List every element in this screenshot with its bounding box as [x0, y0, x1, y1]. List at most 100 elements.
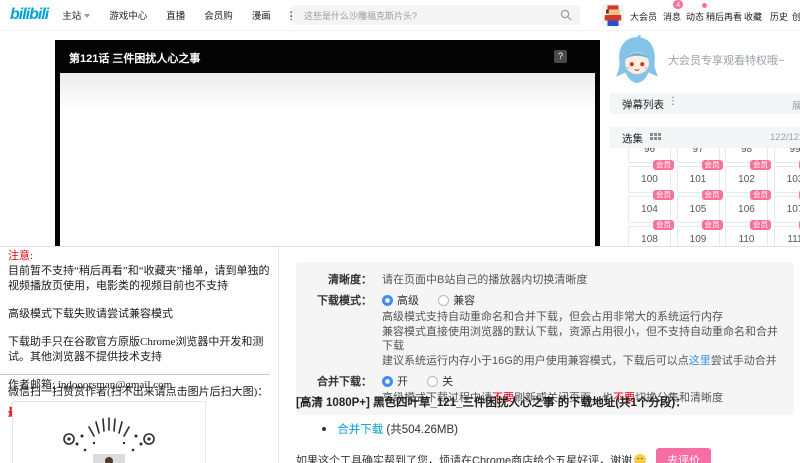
episode-number: 97 — [692, 148, 704, 155]
episodes-count: 122/122 — [770, 132, 800, 143]
episode-card[interactable]: 会员 108 — [628, 220, 674, 247]
quality-label: 清晰度： — [328, 274, 372, 286]
vip-badge: 会员 — [653, 220, 674, 230]
merge-option-on[interactable]: 开 — [382, 376, 408, 388]
rate-button[interactable]: 去评价 — [656, 448, 712, 463]
vip-badge: 会员 — [653, 190, 674, 200]
episode-number: 110 — [738, 234, 755, 245]
download-links-section: [高清 1080P+] 黑色四叶草_121_三件困扰人心之事 的下载地址(共1个… — [296, 394, 796, 463]
episode-card[interactable]: 会员 100 — [628, 160, 674, 193]
episode-number: 103 — [786, 174, 800, 185]
mascot-avatar — [614, 35, 660, 90]
radio-selected-icon[interactable] — [382, 295, 393, 306]
episode-card[interactable]: 会员 101 — [676, 160, 723, 193]
chevron-down-icon — [84, 14, 91, 18]
danmaku-list-title: 弹幕列表 — [622, 99, 664, 111]
nav-item-messages[interactable]: 消息 — [663, 10, 681, 23]
danmaku-expand-label[interactable]: 展开 — [792, 98, 800, 112]
rating-line: 如果这个工具确实帮到了您，烦请在Chrome商店给个五星好评，谢谢 去评价 — [296, 448, 796, 463]
note-paragraph-3: 下载助手只在谷歌官方原版Chrome浏览器中开发和测试。其他浏览器不提供技术支持 — [8, 336, 264, 363]
qr-decoration — [63, 417, 155, 463]
nav-item-vip[interactable]: 大会员 — [630, 10, 657, 23]
episode-number: 111 — [787, 234, 800, 245]
episode-card[interactable]: 会员 104 — [628, 190, 674, 223]
attention-label: 注意: — [8, 250, 34, 262]
manual-merge-link[interactable]: 这里 — [689, 355, 711, 367]
mode-desc-1: 高级模式支持自动重命名和合并下载，但会占用非常大的系统运行内存 — [382, 311, 723, 323]
grid-view-icon[interactable] — [650, 133, 661, 142]
episode-number: 104 — [641, 204, 658, 215]
episode-number: 101 — [689, 174, 707, 185]
wechat-reward-qr[interactable] — [12, 401, 206, 463]
user-avatar[interactable] — [602, 4, 624, 26]
search-input[interactable] — [302, 5, 546, 27]
help-icon[interactable]: ? — [554, 50, 567, 63]
episode-card[interactable]: 会员 106 — [725, 190, 771, 223]
video-player[interactable]: 第121话 三件困扰人心之事 ? — [55, 40, 600, 247]
mode-desc-3: 建议系统运行内存小于16G的用户使用兼容模式，下载后可以点这里尝试手动合并 — [382, 354, 777, 367]
rating-text: 如果这个工具确实帮到了您，烦请在Chrome商店给个五星好评，谢谢 — [296, 455, 633, 463]
radio-selected-icon[interactable] — [382, 376, 393, 387]
episode-card[interactable]: 会员 110 — [725, 220, 771, 247]
page: bilibili 主站 游戏中心 直播 会员购 漫画 赛事 下载APP — [0, 0, 800, 463]
feed-notification-dot — [702, 3, 707, 8]
search-icon[interactable] — [560, 9, 572, 21]
episode-card[interactable]: 会员 102 — [725, 160, 771, 193]
nav-item-feed[interactable]: 动态 — [686, 10, 704, 23]
episode-number: 102 — [738, 174, 755, 185]
smiley-icon — [634, 454, 647, 463]
nav-item-main[interactable]: 主站 — [62, 8, 91, 22]
note-paragraph-2: 高级模式下载失败请尝试兼容模式 — [8, 308, 173, 320]
radio-unselected-icon[interactable] — [427, 376, 439, 387]
mode-option-compat[interactable]: 兼容 — [438, 295, 475, 307]
radio-unselected-icon[interactable] — [438, 295, 450, 306]
episode-card[interactable]: 会员 109 — [676, 220, 723, 247]
nav-item-manga[interactable]: 漫画 — [252, 8, 271, 22]
episode-number: 109 — [689, 234, 707, 245]
vip-badge: 会员 — [653, 160, 674, 170]
download-link-item: 合并下载 (共504.26MB) — [322, 421, 796, 437]
episode-number: 99 — [789, 148, 800, 155]
horizontal-divider — [0, 246, 800, 247]
vertical-divider — [278, 247, 279, 463]
episode-grid: 会员96会员97会员98会员99会员100会员101会员102会员103会员10… — [620, 148, 800, 247]
episode-title: 第121话 三件困扰人心之事 — [69, 53, 201, 65]
nav-item-favorites[interactable]: 收藏 — [744, 10, 762, 23]
nav-item-game-center[interactable]: 游戏中心 — [109, 8, 147, 22]
episode-number: 100 — [641, 174, 658, 185]
mode-label: 下载模式： — [317, 295, 372, 307]
episode-card[interactable]: 会员99 — [773, 148, 800, 163]
merge-option-off[interactable]: 关 — [427, 376, 453, 388]
mode-option-advanced[interactable]: 高级 — [382, 295, 419, 307]
vip-banner-text[interactable]: 大会员专享观看特权哦~ — [668, 52, 784, 68]
download-settings-panel: 清晰度： 请在页面中B站自己的播放器内切换清晰度 下载模式： 高级 兼容 高级模… — [296, 262, 794, 415]
episodes-header: 选集 122/122 — [610, 127, 800, 148]
danmaku-list-header[interactable]: 弹幕列表 ⋮ 展开 — [610, 93, 800, 114]
search-box — [292, 5, 580, 27]
episode-card[interactable]: 会员103 — [773, 160, 800, 193]
video-frame[interactable] — [60, 73, 595, 247]
more-options-icon[interactable]: ⋮ — [668, 96, 678, 107]
episodes-title: 选集 — [622, 133, 643, 145]
episode-number: 98 — [740, 148, 753, 155]
top-navbar: bilibili 主站 游戏中心 直播 会员购 漫画 赛事 下载APP — [0, 0, 800, 31]
episode-card[interactable]: 会员 105 — [676, 190, 723, 223]
merge-download-link[interactable]: 合并下载 — [337, 424, 383, 436]
vip-badge: 会员 — [750, 220, 771, 230]
mode-desc-2: 兼容模式直接使用浏览器的默认下载，资源占用很小，但不支持自动重命名和合并下载 — [382, 325, 778, 353]
nav-item-history[interactable]: 历史 — [770, 10, 788, 23]
episode-card[interactable]: 会员111 — [773, 220, 800, 247]
nav-item-mall[interactable]: 会员购 — [204, 8, 233, 22]
download-heading: [高清 1080P+] 黑色四叶草_121_三件困扰人心之事 的下载地址(共1个… — [296, 397, 687, 409]
episode-card[interactable]: 会员107 — [773, 190, 800, 223]
notes-divider — [0, 374, 270, 375]
bilibili-logo[interactable]: bilibili — [10, 6, 49, 24]
vip-badge: 会员 — [750, 190, 771, 200]
nav-item-creator[interactable]: 创作中心 — [792, 10, 800, 23]
nav-item-watch-later[interactable]: 稍后再看 — [706, 10, 742, 23]
vip-badge: 会员 — [750, 160, 771, 170]
wechat-tip: 微信扫一扫赞赏作者(扫不出来请点击图片后扫大图)： — [8, 386, 269, 398]
bullet-icon — [322, 427, 326, 431]
player-header: 第121话 三件困扰人心之事 ? — [55, 40, 600, 73]
nav-item-live[interactable]: 直播 — [166, 8, 185, 22]
